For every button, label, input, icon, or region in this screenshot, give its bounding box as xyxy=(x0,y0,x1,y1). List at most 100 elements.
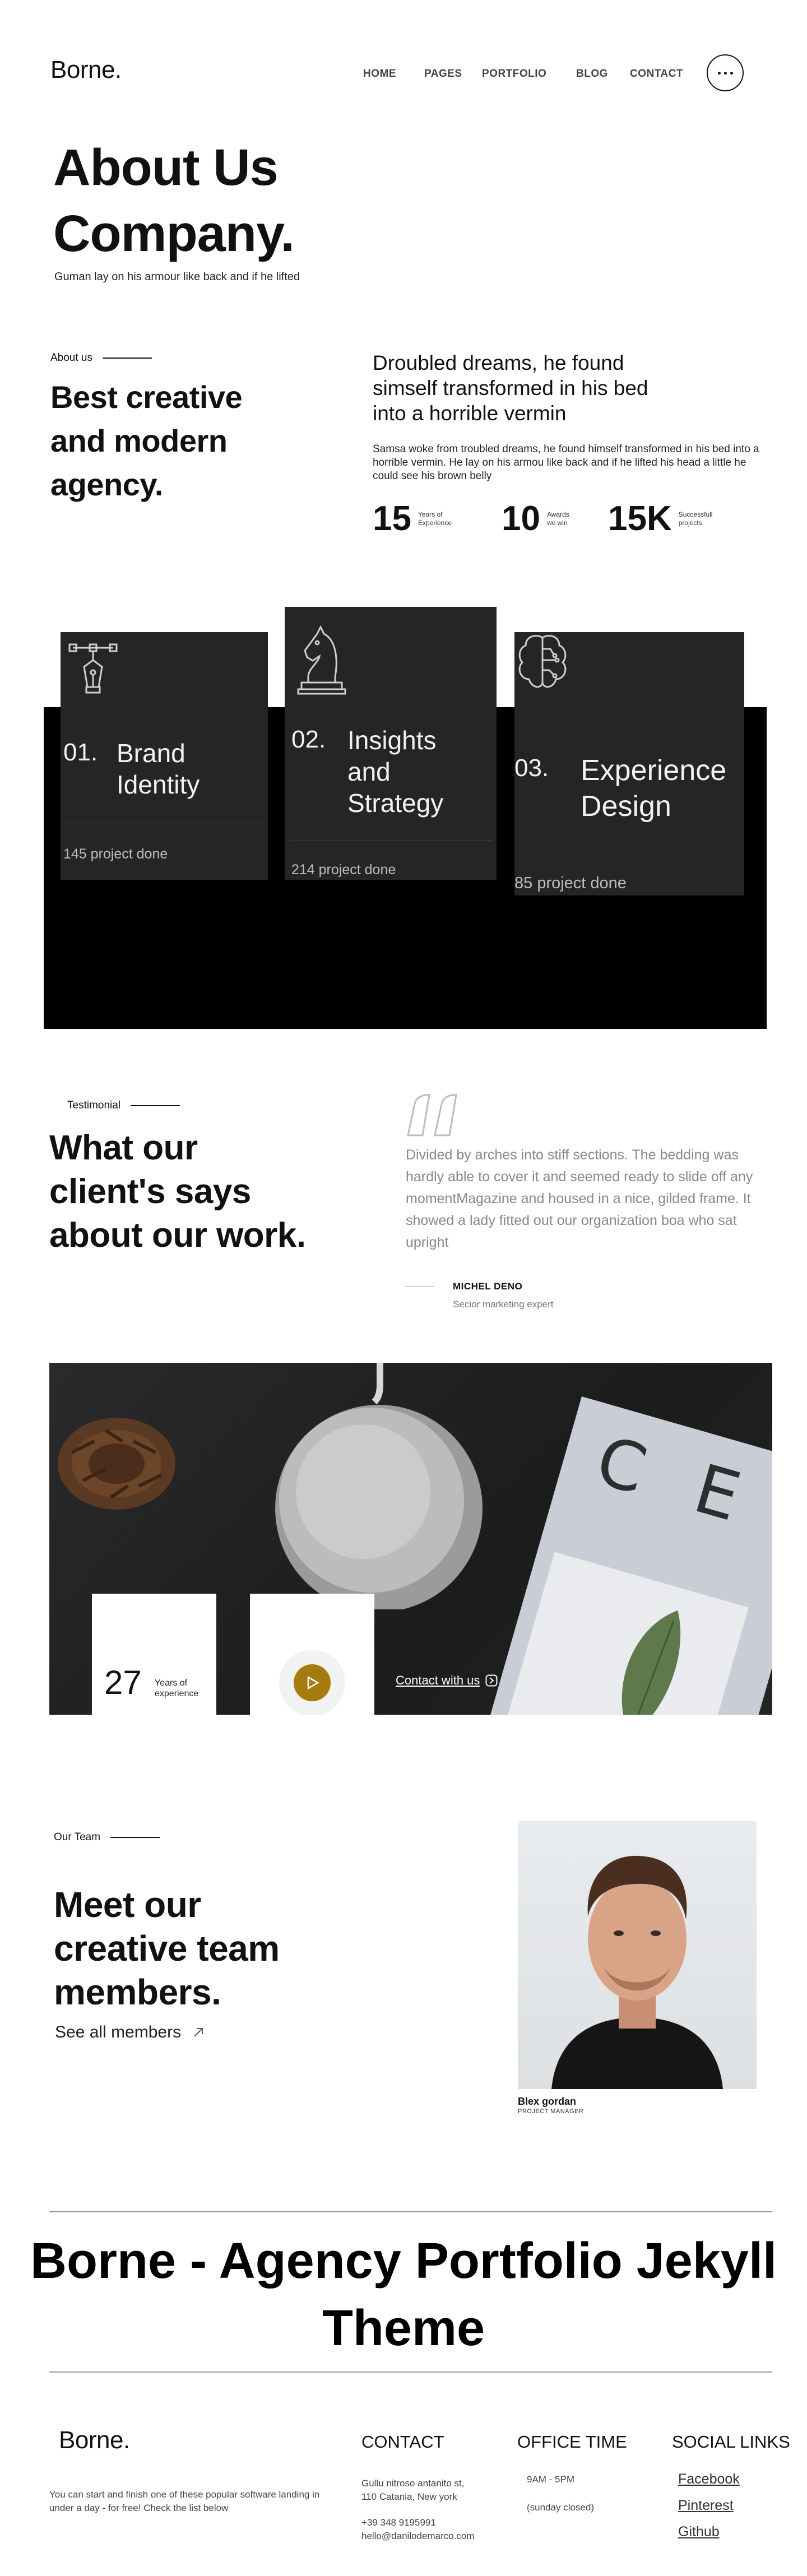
footer-blurb-line1: You can start and finish one of these po… xyxy=(49,2489,320,2500)
testimonial-quote-line2: hardly able to cover it and seemed ready… xyxy=(406,1169,753,1185)
footer-social-title: SOCIAL LINKS xyxy=(672,2432,790,2452)
video-card xyxy=(250,1594,374,1715)
footer-logo[interactable]: Borne. xyxy=(59,2426,130,2454)
service-divider xyxy=(290,840,492,841)
experience-label-line1: Years of xyxy=(155,1678,188,1688)
dot-icon xyxy=(730,71,733,75)
testimonial-heading-line2: client's says xyxy=(49,1172,251,1211)
nav-contact[interactable]: CONTACT xyxy=(630,68,683,80)
footer-contact-title: CONTACT xyxy=(361,2432,444,2452)
nav-blog[interactable]: BLOG xyxy=(576,68,608,80)
page-title-line1: About Us xyxy=(53,139,279,196)
about-eyebrow-label: About us xyxy=(50,352,92,364)
about-lead: Droubled dreams, he found simself transf… xyxy=(373,350,709,426)
book-inner-page xyxy=(499,1552,749,1715)
nav-pages[interactable]: PAGES xyxy=(424,68,462,80)
arrow-box-icon xyxy=(485,1674,498,1687)
nav-portfolio[interactable]: PORTFOLIO xyxy=(482,68,546,80)
stat-label-line1: Successfull xyxy=(678,510,713,518)
about-lead-line3: into a horrible vermin xyxy=(373,402,567,425)
brain-icon xyxy=(514,632,571,702)
testimonial-quote-line4: showed a lady fitted out our organizatio… xyxy=(406,1213,737,1228)
quote-icon xyxy=(405,1093,461,1140)
about-heading-line3: agency. xyxy=(50,467,163,502)
eyebrow-line xyxy=(131,1105,180,1106)
stat-years: 15 Years of Experience xyxy=(373,499,463,539)
contact-link-label: Contact with us xyxy=(396,1673,480,1687)
stat-projects: 15K Successfull projects xyxy=(608,499,723,539)
service-name: Brand Identity xyxy=(117,737,200,800)
team-heading-line3: members. xyxy=(54,1972,221,2012)
dot-icon xyxy=(717,71,721,75)
site-logo[interactable]: Borne. xyxy=(50,56,122,84)
eyebrow-line xyxy=(110,1837,160,1838)
cta-top-rule xyxy=(49,2211,772,2212)
service-name-line2: and xyxy=(347,757,391,786)
stat-label: Years of Experience xyxy=(418,510,463,527)
nav-home[interactable]: HOME xyxy=(363,68,396,80)
eyebrow-line xyxy=(103,358,152,359)
team-heading: Meet our creative team members. xyxy=(54,1883,280,2014)
experience-value: 27 xyxy=(104,1664,142,1701)
about-heading-line2: and modern xyxy=(50,423,228,458)
social-github-link[interactable]: Github xyxy=(678,2524,740,2540)
author-name: MICHEL DENO xyxy=(453,1281,523,1292)
social-facebook-link[interactable]: Facebook xyxy=(678,2471,740,2487)
about-lead-line2: simself transformed in his bed xyxy=(373,377,648,400)
see-all-members-link[interactable]: See all members xyxy=(55,2023,205,2042)
about-eyebrow: About us xyxy=(50,352,152,364)
service-count: 214 project done xyxy=(291,862,396,878)
pen-nib-icon xyxy=(67,638,119,708)
social-pinterest-link[interactable]: Pinterest xyxy=(678,2498,740,2514)
arrow-up-right-icon xyxy=(194,2028,203,2037)
footer-email[interactable]: hello@danilodemarco.com xyxy=(361,2529,475,2543)
cta-bottom-rule xyxy=(49,2371,772,2373)
contact-link[interactable]: Contact with us xyxy=(396,1673,498,1688)
team-heading-line1: Meet our xyxy=(54,1885,201,1925)
menu-dots-button[interactable] xyxy=(707,54,744,91)
play-icon xyxy=(307,1675,319,1690)
footer-phone[interactable]: +39 348 9195991 xyxy=(361,2516,475,2529)
stat-awards: 10 Awards we win xyxy=(502,499,592,539)
service-card-strategy[interactable]: 02. Insights and Strategy 214 project do… xyxy=(285,607,497,880)
service-card-brand[interactable]: 01. Brand Identity 145 project done xyxy=(61,632,268,880)
cta-title-line1: Borne - Agency Portfolio Jekyll xyxy=(30,2233,777,2289)
footer-contact-details: +39 348 9195991 hello@danilodemarco.com xyxy=(361,2516,475,2543)
chess-knight-icon xyxy=(291,624,347,699)
team-heading-line2: creative team xyxy=(54,1928,280,1969)
service-name-line3: Strategy xyxy=(347,788,444,818)
service-count: 145 project done xyxy=(63,846,168,862)
experience-label-line2: experience xyxy=(155,1689,199,1698)
book-letters: C E xyxy=(588,1422,765,1542)
pinecone-shape xyxy=(58,1418,175,1510)
stat-label: Awards we win xyxy=(547,510,592,527)
experience-card: 27 Years of experience xyxy=(92,1594,216,1715)
cta-title-line2: Theme xyxy=(322,2300,485,2356)
service-name: Insights and Strategy xyxy=(347,725,443,819)
team-eyebrow-label: Our Team xyxy=(54,1831,101,1843)
footer-address: Gullu nitroso antanito st, 110 Catania, … xyxy=(361,2477,464,2504)
stat-value: 10 xyxy=(502,499,540,538)
author-role: Secior marketing expert xyxy=(453,1299,554,1310)
page-title-line2: Company. xyxy=(53,205,295,262)
footer-blurb-line2: under a day - for free! Check the list b… xyxy=(49,2503,229,2513)
stat-label-line1: Awards xyxy=(546,510,569,518)
service-count: 85 project done xyxy=(514,874,627,892)
play-button-inner xyxy=(294,1664,331,1701)
about-paragraph: Samsa woke from troubled dreams, he foun… xyxy=(373,443,759,482)
author-line xyxy=(405,1286,434,1287)
play-button[interactable] xyxy=(279,1650,345,1715)
service-card-experience[interactable]: 03. Experience Design 85 project done xyxy=(514,632,744,895)
service-name-line2: Design xyxy=(581,790,671,823)
stat-value: 15K xyxy=(608,499,672,538)
team-eyebrow: Our Team xyxy=(54,1831,160,1844)
testimonial-heading: What our client's says about our work. xyxy=(49,1126,306,1257)
footer-address-line2: 110 Catania, New york xyxy=(361,2491,457,2502)
service-name-line1: Experience xyxy=(581,754,727,787)
cta-title: Borne - Agency Portfolio Jekyll Theme xyxy=(0,2227,807,2362)
stat-label-line1: Years of xyxy=(418,510,443,518)
workspace-photo: C E 27 Years of experience Contact with … xyxy=(49,1363,772,1715)
service-name: Experience Design xyxy=(581,753,726,824)
footer-address-line1: Gullu nitroso antanito st, xyxy=(361,2478,465,2489)
testimonial-quote: Divided by arches into stiff sections. T… xyxy=(406,1144,776,1254)
